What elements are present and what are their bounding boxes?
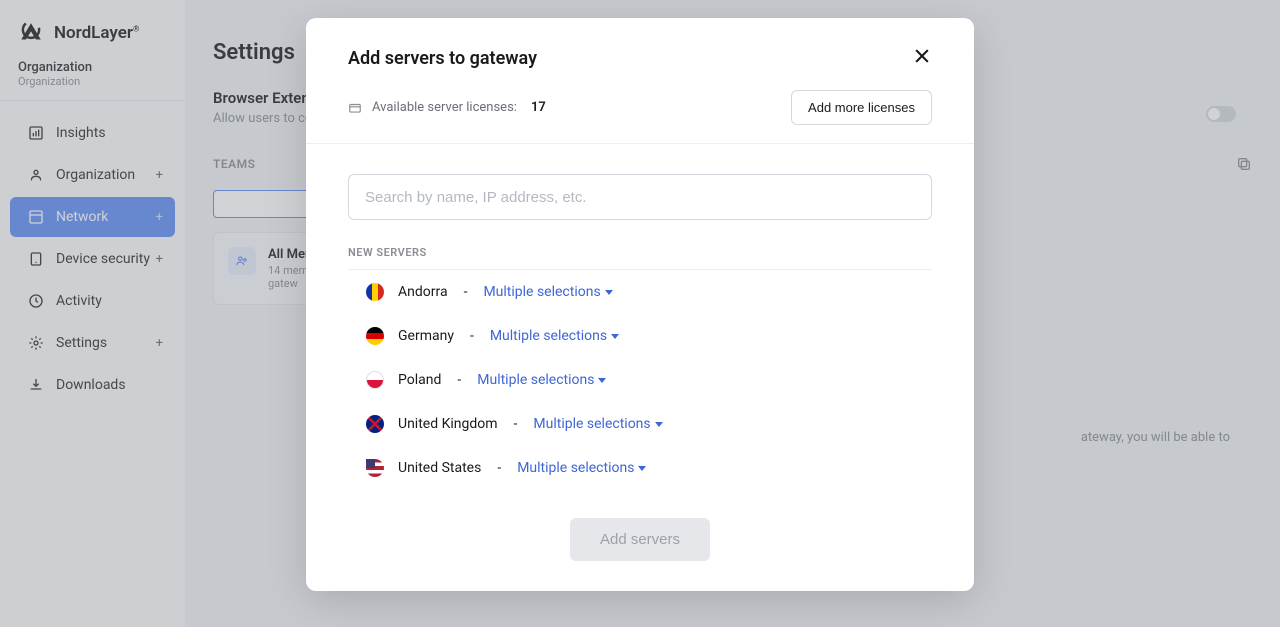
add-servers-button[interactable]: Add servers <box>570 518 710 561</box>
chevron-down-icon <box>605 290 613 295</box>
license-label: Available server licenses: <box>372 100 517 115</box>
chevron-down-icon <box>598 378 606 383</box>
flag-icon <box>366 283 384 301</box>
add-servers-modal: Add servers to gateway Available server … <box>306 18 974 591</box>
server-row: Andorra-Multiple selections <box>348 270 932 314</box>
server-row: Germany-Multiple selections <box>348 314 932 358</box>
chevron-down-icon <box>638 466 646 471</box>
chevron-down-icon <box>655 422 663 427</box>
flag-icon <box>366 415 384 433</box>
chevron-down-icon <box>611 334 619 339</box>
license-icon <box>348 101 362 115</box>
license-info: Available server licenses: 17 <box>348 100 546 115</box>
server-name: United States <box>398 460 481 476</box>
server-row: Poland-Multiple selections <box>348 358 932 402</box>
server-search-input[interactable] <box>348 174 932 220</box>
flag-icon <box>366 371 384 389</box>
multiple-selections-dropdown[interactable]: Multiple selections <box>517 460 646 476</box>
flag-icon <box>366 459 384 477</box>
modal-overlay: Add servers to gateway Available server … <box>0 0 1280 627</box>
flag-icon <box>366 327 384 345</box>
server-name: United Kingdom <box>398 416 498 432</box>
multiple-selections-dropdown[interactable]: Multiple selections <box>490 328 619 344</box>
new-servers-label: NEW SERVERS <box>348 246 932 270</box>
server-name: Andorra <box>398 284 448 300</box>
server-name: Germany <box>398 328 454 344</box>
add-licenses-button[interactable]: Add more licenses <box>791 90 932 125</box>
server-row: United Kingdom-Multiple selections <box>348 402 932 446</box>
server-name: Poland <box>398 372 441 388</box>
multiple-selections-dropdown[interactable]: Multiple selections <box>533 416 662 432</box>
multiple-selections-dropdown[interactable]: Multiple selections <box>477 372 606 388</box>
server-list: Andorra-Multiple selections Germany-Mult… <box>348 270 932 490</box>
server-row: United States-Multiple selections <box>348 446 932 490</box>
modal-title: Add servers to gateway <box>348 48 537 69</box>
close-button[interactable] <box>912 46 932 70</box>
close-icon <box>912 46 932 66</box>
license-count: 17 <box>531 100 546 115</box>
multiple-selections-dropdown[interactable]: Multiple selections <box>483 284 612 300</box>
